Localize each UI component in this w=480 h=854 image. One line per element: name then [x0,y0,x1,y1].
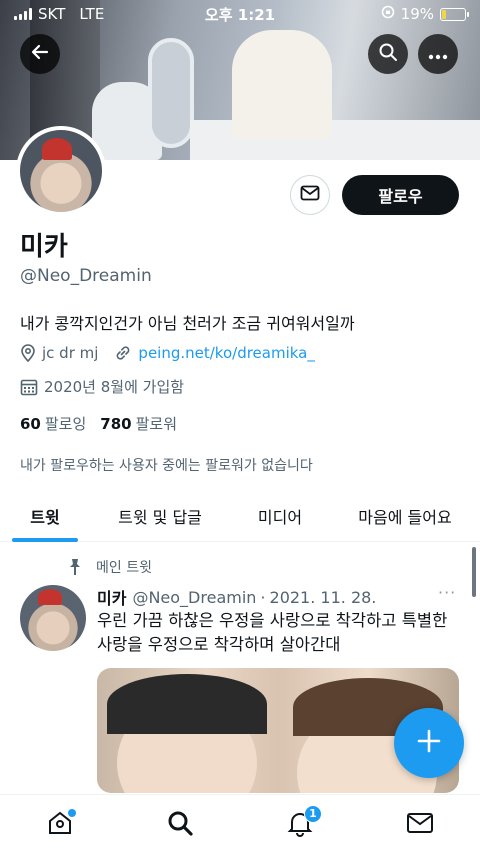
tab-likes[interactable]: 마음에 들어요 [330,490,480,542]
plus-icon [416,728,442,758]
calendar-icon [20,378,38,396]
tweet-text: 우린 가끔 하찮은 우정을 사랑으로 착각하고 특별한 사랑을 우정으로 착각하… [97,611,448,654]
tweet-author-handle[interactable]: @Neo_Dreamin [132,588,256,607]
search-icon [166,809,194,841]
followers-count: 780 [100,415,132,433]
mail-icon [300,185,320,205]
search-button[interactable] [368,34,408,74]
tab-media-label: 미디어 [257,508,303,527]
nav-notifications[interactable]: 1 [276,801,324,849]
bottom-nav: 1 [0,794,480,854]
profile-bio: 내가 콩깍지인건가 아님 천러가 조금 귀여워서일까 [20,314,355,333]
profile-meta-joined-row: 2020년 8월에 가입함 [20,376,184,397]
tab-tweets[interactable]: 트윗 [0,490,90,542]
more-button[interactable] [418,34,458,74]
profile-name: 미카 [20,232,68,262]
nav-home[interactable] [36,801,84,849]
following-count: 60 [20,415,41,433]
signal-icon [14,8,32,20]
status-right: 19% [381,5,469,23]
nav-search[interactable] [156,801,204,849]
notification-badge: 1 [304,804,322,823]
profile-avatar[interactable] [16,126,106,216]
followers-you-know-note: 내가 팔로우하는 사용자 중에는 팔로워가 없습니다 [20,458,313,474]
profile-joined-date: 2020년 8월에 가입함 [44,378,185,396]
tab-media[interactable]: 미디어 [230,490,330,542]
following-label: 팔로잉 [44,415,87,433]
tab-tweets-label: 트윗 [30,508,60,527]
message-button[interactable] [290,175,330,215]
scrollbar[interactable] [472,547,476,597]
tab-tweets-replies[interactable]: 트윗 및 답글 [90,490,230,542]
profile-tabs: 트윗 트윗 및 답글 미디어 마음에 들어요 [0,490,480,542]
mail-icon [406,811,434,839]
profile-website-link[interactable]: peing.net/ko/dreamika_ [138,344,314,362]
carrier-label: SKT [38,5,66,23]
search-icon [378,42,398,66]
tweet-separator: · [260,587,266,607]
following-count-link[interactable]: 60 팔로잉 [20,413,86,434]
tab-tweets-replies-label: 트윗 및 답글 [118,508,202,527]
tweet-more-button[interactable]: ··· [438,583,456,602]
follow-button[interactable]: 팔로우 [342,175,459,215]
battery-percent: 19% [400,5,434,23]
compose-tweet-button[interactable] [394,708,464,778]
status-bar: SKT LTE 오후 1:21 19% [0,0,480,28]
followers-label: 팔로워 [135,415,177,433]
arrow-left-icon [30,42,50,66]
home-unread-dot [68,808,76,817]
tweet-author-name[interactable]: 미카 [97,585,126,609]
follow-counts: 60 팔로잉 780 팔로워 [20,413,177,434]
profile-meta-location-row: jc dr mj peing.net/ko/dreamika_ [20,344,315,362]
tweet-date[interactable]: 2021. 11. 28. [270,588,377,607]
battery-icon [440,7,469,21]
profile-location: jc dr mj [42,344,99,362]
link-icon [114,344,132,362]
orientation-lock-icon [381,5,395,23]
status-left: SKT LTE [14,5,104,23]
nav-messages[interactable] [396,801,444,849]
followers-count-link[interactable]: 780 팔로워 [100,413,177,434]
back-button[interactable] [20,34,60,74]
tab-likes-label: 마음에 들어요 [358,508,452,527]
location-icon [20,344,36,362]
pinned-label: 메인 트윗 [96,560,152,576]
more-horizontal-icon [428,45,448,64]
status-time: 오후 1:21 [204,5,276,24]
tweet-avatar[interactable] [20,585,86,651]
pin-icon [66,558,84,580]
tweet-header: 미카 @Neo_Dreamin · 2021. 11. 28. [97,585,376,609]
profile-handle: @Neo_Dreamin [20,266,152,286]
network-label: LTE [79,5,105,23]
